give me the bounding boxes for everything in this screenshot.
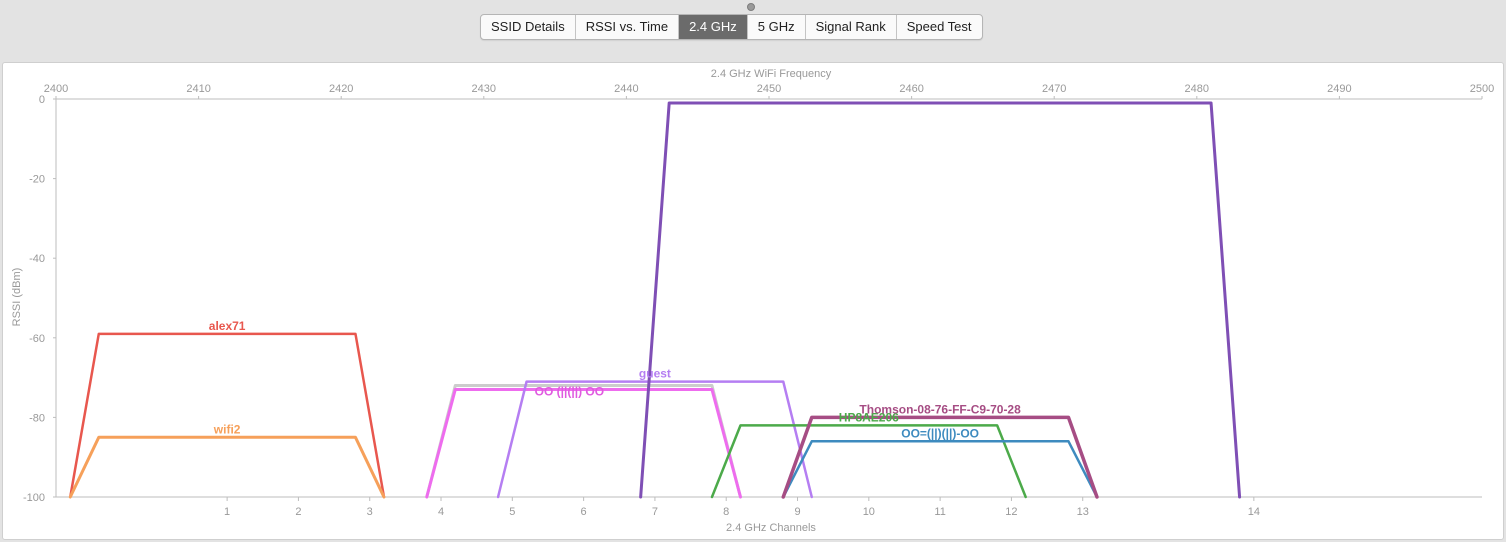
tab-2-4-ghz[interactable]: 2.4 GHz [679, 15, 748, 39]
rssi-tick-label: -80 [29, 412, 45, 424]
overlap-annotation: OO (||(||) OO [535, 385, 604, 399]
channel-tick-label: 13 [1077, 506, 1089, 518]
network-curve-4 [425, 388, 742, 499]
tab-rssi-vs-time[interactable]: RSSI vs. Time [576, 15, 680, 39]
channel-tick-label: 10 [863, 506, 875, 518]
top-axis-title: 2.4 GHz WiFi Frequency [711, 68, 832, 80]
freq-tick-label: 2500 [1470, 83, 1494, 95]
series-layer [68, 101, 1242, 499]
channel-tick-label: 7 [652, 506, 658, 518]
window-handle-dot [747, 3, 755, 11]
freq-tick-label: 2400 [44, 83, 68, 95]
network-curve-3 [425, 384, 742, 499]
channel-tick-label: 3 [367, 506, 373, 518]
channel-tick-label: 14 [1248, 506, 1260, 518]
channel-tick-label: 2 [295, 506, 301, 518]
channel-tick-label: 5 [509, 506, 515, 518]
freq-tick-label: 2420 [329, 83, 353, 95]
network-curve-1 [69, 332, 386, 499]
x-axis-title: 2.4 GHz Channels [726, 522, 816, 534]
network-curve-2 [68, 435, 386, 499]
labels-layer: alex71wifi2guestHP8AE206OO=(||)(||)-OOTh… [209, 319, 1021, 440]
y-axis-title: RSSI (dBm) [11, 268, 23, 327]
rssi-tick-label: -100 [23, 492, 45, 504]
rssi-tick-label: -40 [29, 253, 45, 265]
network-label: wifi2 [213, 422, 241, 436]
freq-tick-label: 2440 [614, 83, 638, 95]
channel-tick-label: 6 [581, 506, 587, 518]
tab-speed-test[interactable]: Speed Test [897, 15, 982, 39]
tab-ssid-details[interactable]: SSID Details [481, 15, 576, 39]
freq-tick-label: 2430 [472, 83, 496, 95]
tab-signal-rank[interactable]: Signal Rank [806, 15, 897, 39]
rssi-tick-label: -20 [29, 174, 45, 186]
channel-tick-label: 8 [723, 506, 729, 518]
freq-tick-label: 2470 [1042, 83, 1066, 95]
spectrum-chart: 2400 2410 2420 2430 2440 2450 2460 2470 2480 2490… [11, 68, 1494, 534]
view-tab-bar: SSID Details RSSI vs. Time 2.4 GHz 5 GHz… [480, 14, 983, 40]
channel-tick-label: 11 [934, 506, 945, 518]
channel-tick-label: 1 [224, 506, 230, 518]
freq-tick-label: 2450 [757, 83, 781, 95]
network-curve-5 [496, 380, 814, 499]
rssi-tick-label: 0 [39, 94, 45, 106]
channel-tick-label: 12 [1005, 506, 1017, 518]
chart-panel: 2400 2410 2420 2430 2440 2450 2460 2470 2480 2490… [2, 62, 1504, 540]
channel-tick-label: 9 [794, 506, 800, 518]
network-label: OO=(||)(||)-OO [901, 426, 979, 440]
network-curve-8 [782, 440, 1099, 499]
freq-tick-label: 2460 [899, 83, 923, 95]
tab-5-ghz[interactable]: 5 GHz [748, 15, 806, 39]
rssi-tick-label: -60 [29, 333, 45, 345]
channel-tick-label: 4 [438, 506, 444, 518]
network-label: guest [639, 367, 671, 381]
freq-tick-label: 2480 [1185, 83, 1209, 95]
network-label: alex71 [209, 319, 246, 333]
freq-tick-label: 2490 [1327, 83, 1351, 95]
freq-tick-label: 2410 [186, 83, 210, 95]
axes-layer: 2400 2410 2420 2430 2440 2450 2460 2470 2480 2490… [23, 83, 1494, 518]
network-label: Thomson-08-76-FF-C9-70-28 [859, 402, 1021, 416]
